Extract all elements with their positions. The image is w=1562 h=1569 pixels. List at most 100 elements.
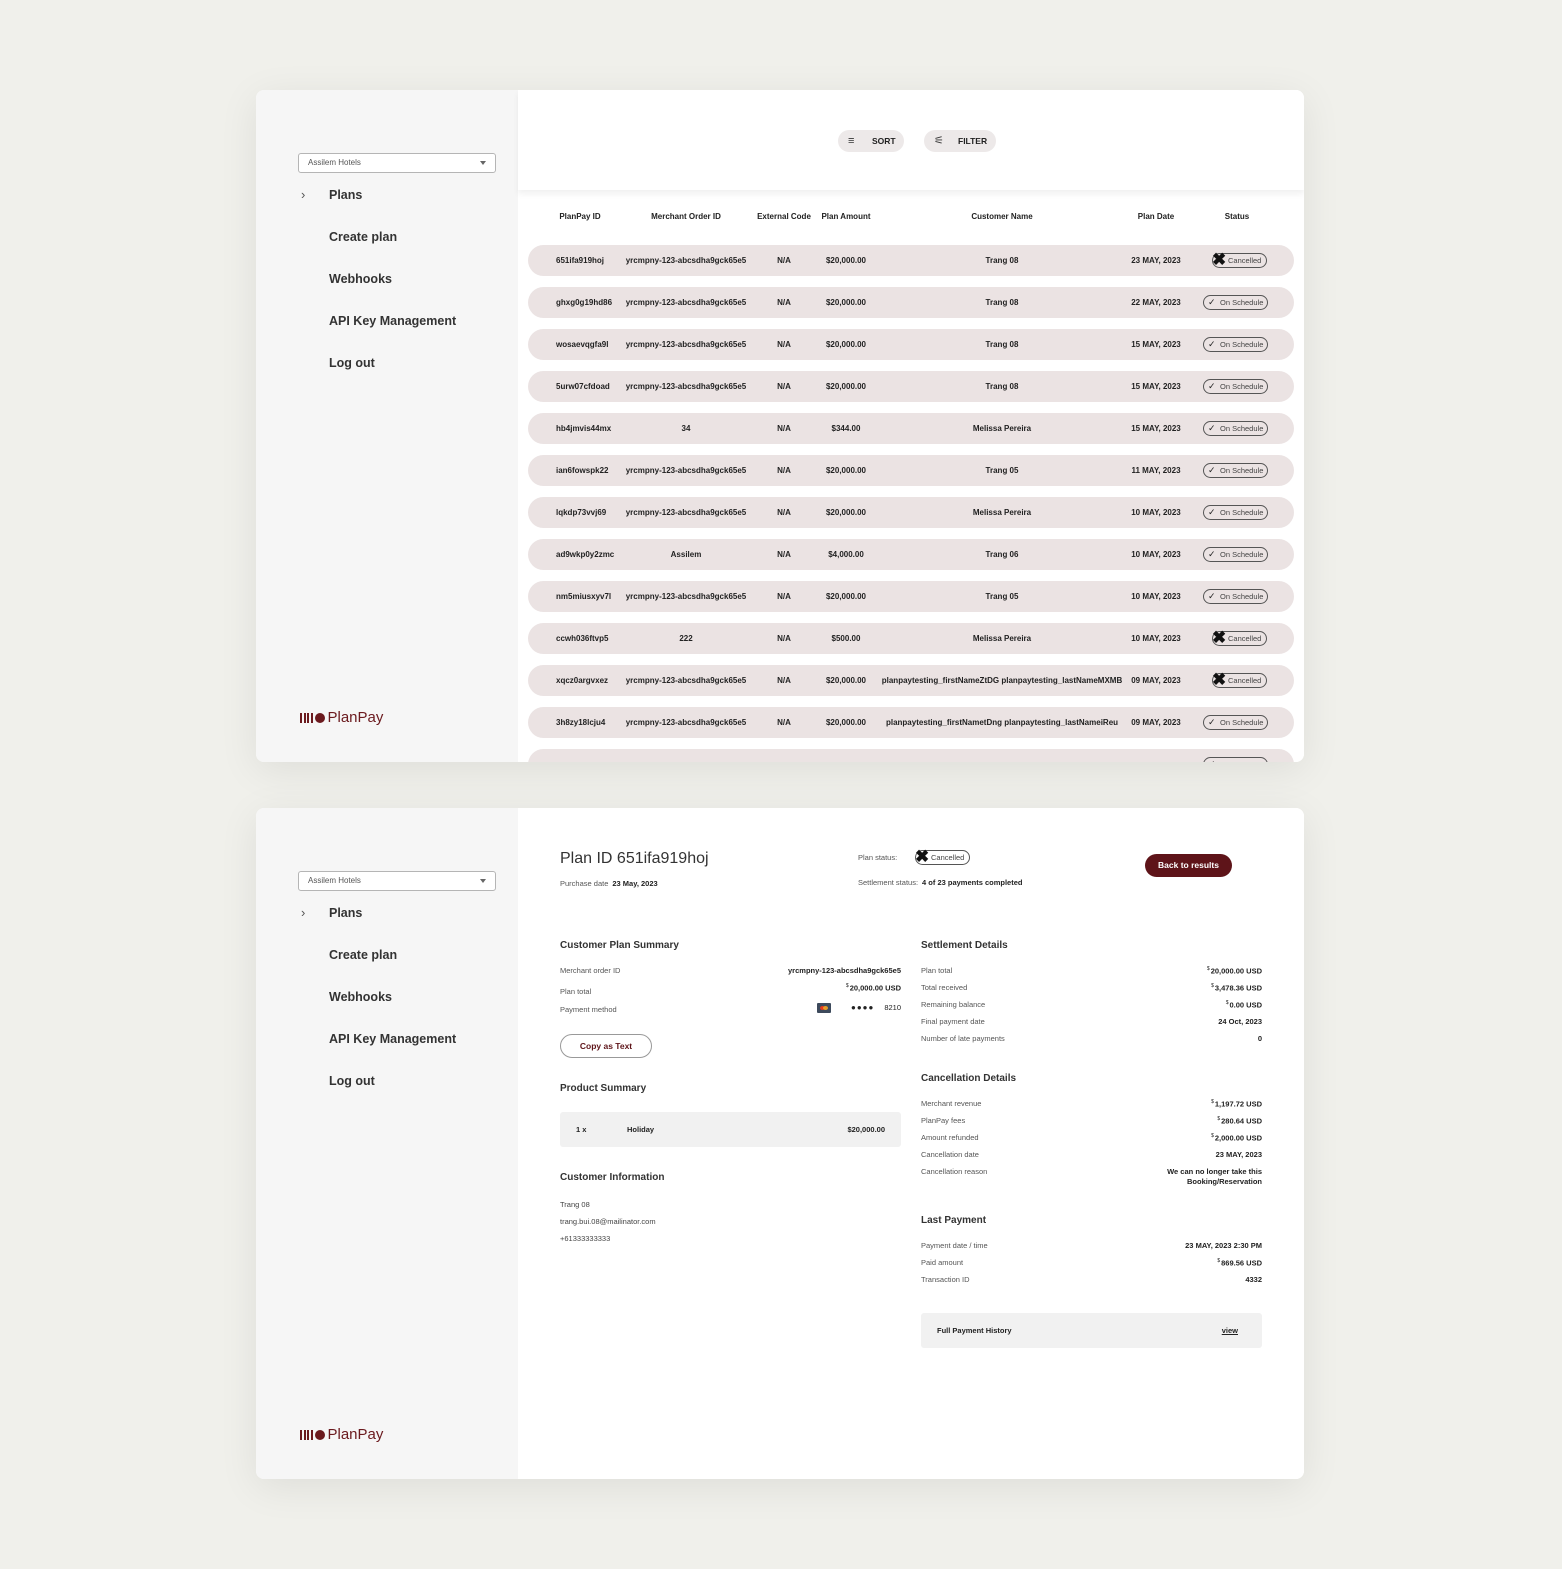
table-row[interactable]: wosaevqgfa9l yrcmpny-123-abcsdha9gck65e5 N… [528,329,1294,360]
cell-merchant-order-id: Assilem [670,550,702,559]
cancelled-x-icon: ✖ [1212,628,1227,647]
status-badge: ✓ On Schedule [1203,421,1268,436]
cell-external-code: N/A [777,298,791,307]
sidebar-item-webhooks[interactable]: Webhooks [256,267,518,309]
organization-select[interactable]: Assilem Hotels [298,153,496,173]
copy-as-text-button[interactable]: Copy as Text [560,1034,652,1058]
cell-plan-amount: $20,000.00 [825,676,867,685]
column-header-status[interactable]: Status [1208,212,1266,221]
check-icon: ✓ [1208,717,1216,727]
table-row[interactable]: ian6fowspk22 yrcmpny-123-abcsdha9gck65e5 N… [528,455,1294,486]
sidebar-item-label: Create plan [329,948,398,962]
sidebar-item-log-out[interactable]: Log out [256,1069,518,1111]
cell-plan-amount: $20,000.00 [825,298,867,307]
cell-plan-date: 09 MAY, 2023 [1131,718,1181,727]
cancelled-x-icon: ✖ [915,847,930,866]
last-payment-details: Payment date / time 23 MAY, 2023 2:30 PM P… [921,1241,1262,1292]
status-badge: ✖ Cancelled [1212,628,1267,647]
sidebar-item-create-plan[interactable]: Create plan [256,225,518,267]
sidebar-item-plans[interactable]: › Plans [256,901,518,943]
table-row[interactable]: hb4jmvis44mx 34 N/A $344.00 Melissa Pereira 1… [528,413,1294,444]
kv-row: Transaction ID 4332 [921,1275,1262,1292]
table-row[interactable]: nm5miusxyv7l yrcmpny-123-abcsdha9gck65e5 N… [528,581,1294,612]
status-badge-label: On Schedule [1220,718,1264,727]
column-header-plan-date[interactable]: Plan Date [1126,212,1186,221]
table-row[interactable]: xqcz0argvxez yrcmpny-123-abcsdha9gck65e5 N… [528,665,1294,696]
cell-plan-amount: $20,000.00 [825,340,867,349]
sidebar-item-label: Log out [329,356,375,370]
payment-method-value: ●●●● 8210 [816,1003,901,1014]
kv-row: PlanPay fees $280.64 USD [921,1116,1262,1133]
cell-merchant-order-id: yrcmpny-123-abcsdha9gck65e5 [625,256,747,265]
sidebar-item-plans[interactable]: › Plans [256,183,518,225]
column-header-merchant-order-id[interactable]: Merchant Order ID [621,212,751,221]
kv-label: Payment method [560,1005,617,1014]
check-icon: ✓ [1208,507,1216,517]
sidebar-item-label: Webhooks [329,990,392,1004]
cell-plan-date: 23 MAY, 2023 [1131,256,1181,265]
table-row[interactable]: 5urw07cfdoad yrcmpny-123-abcsdha9gck65e5 N… [528,371,1294,402]
kv-value: 24 Oct, 2023 [1218,1017,1262,1026]
kv-value: $3,478.36 USD [1211,983,1262,993]
currency-symbol: $ [1211,1099,1214,1105]
status-badge: ✖ Cancelled [915,847,970,866]
status-badge: ✖ Cancelled [1212,670,1267,689]
status-badge: ✓ On Schedule [1203,505,1268,520]
check-icon: ✓ [1208,423,1216,433]
column-header-plan-amount[interactable]: Plan Amount [814,212,878,221]
table-row[interactable]: ✓On Schedule [528,749,1294,762]
sidebar-item-api-key-management[interactable]: API Key Management [256,309,518,351]
kv-value: We can no longer take this Booking/Reser… [1152,1167,1262,1187]
sidebar-item-create-plan[interactable]: Create plan [256,943,518,985]
table-row[interactable]: ghxg0g19hd86 yrcmpny-123-abcsdha9gck65e5 N… [528,287,1294,318]
cell-merchant-order-id: yrcmpny-123-abcsdha9gck65e5 [625,298,747,307]
status-badge: ✓ On Schedule [1203,379,1268,394]
kv-value: $20,000.00 USD [1207,966,1262,976]
sidebar-item-api-key-management[interactable]: API Key Management [256,1027,518,1069]
product-name: Holiday [627,1125,655,1134]
cell-plan-amount: $500.00 [831,634,861,643]
column-header-customer-name[interactable]: Customer Name [878,212,1126,221]
sidebar: Assilem Hotels › Plans Create plan Webhoo… [256,90,518,762]
sidebar-item-log-out[interactable]: Log out [256,351,518,393]
kv-row: Number of late payments 0 [921,1034,1262,1051]
kv-label: Plan total [560,987,592,996]
table-row[interactable]: 3h8zy18lcju4 yrcmpny-123-abcsdha9gck65e5 N… [528,707,1294,738]
cell-customer-name: Melissa Pereira [972,634,1032,643]
table-row[interactable]: ccwh036ftvp5 222 N/A $500.00 Melissa Pereira… [528,623,1294,654]
kv-row: Remaining balance $0.00 USD [921,1000,1262,1017]
table-row[interactable]: ad9wkp0y2zmc Assilem N/A $4,000.00 Trang 06 1… [528,539,1294,570]
column-header-external-code[interactable]: External Code [754,212,814,221]
kv-row: Plan total $20,000.00 USD [921,966,1262,983]
table-row[interactable]: lqkdp73vvj69 yrcmpny-123-abcsdha9gck65e5 N… [528,497,1294,528]
kv-value-text: 4332 [1245,1275,1262,1284]
filter-sliders-icon: ⚟ [934,135,944,147]
check-icon: ✓ [1208,465,1216,475]
filter-button[interactable]: ⚟ FILTER [924,130,996,152]
kv-value-text: 2,000.00 USD [1214,1133,1262,1143]
back-to-results-button[interactable]: Back to results [1145,854,1232,877]
cell-plan-date: 15 MAY, 2023 [1131,340,1181,349]
column-header-planpay-id[interactable]: PlanPay ID [556,212,604,221]
sort-button[interactable]: ≡ SORT [838,130,904,152]
cell-plan-amount: $20,000.00 [825,382,867,391]
table-row[interactable]: 651ifa919hoj yrcmpny-123-abcsdha9gck65e5 N… [528,245,1294,276]
kv-label: Plan total [921,966,953,975]
cell-external-code: N/A [777,676,791,685]
cell-external-code: N/A [777,424,791,433]
kv-row: Cancellation date 23 MAY, 2023 [921,1150,1262,1167]
kv-value: 23 MAY, 2023 [1216,1150,1262,1159]
organization-select[interactable]: Assilem Hotels [298,871,496,891]
kv-label: Amount refunded [921,1133,979,1142]
sidebar-item-webhooks[interactable]: Webhooks [256,985,518,1027]
kv-row: Payment date / time 23 MAY, 2023 2:30 PM [921,1241,1262,1258]
currency-symbol: $ [845,983,849,989]
sidebar-item-label: API Key Management [329,314,457,328]
cell-customer-name: Trang 08 [985,340,1019,349]
view-payment-history-link[interactable]: view [1222,1313,1238,1348]
cell-plan-amount: $20,000.00 [825,592,867,601]
cell-customer-name: Trang 05 [985,466,1019,475]
kv-row: Merchant revenue $1,197.72 USD [921,1099,1262,1116]
status-badge-label: Cancelled [1228,676,1262,685]
sidebar: Assilem Hotels › Plans Create plan Webhoo… [256,808,518,1479]
